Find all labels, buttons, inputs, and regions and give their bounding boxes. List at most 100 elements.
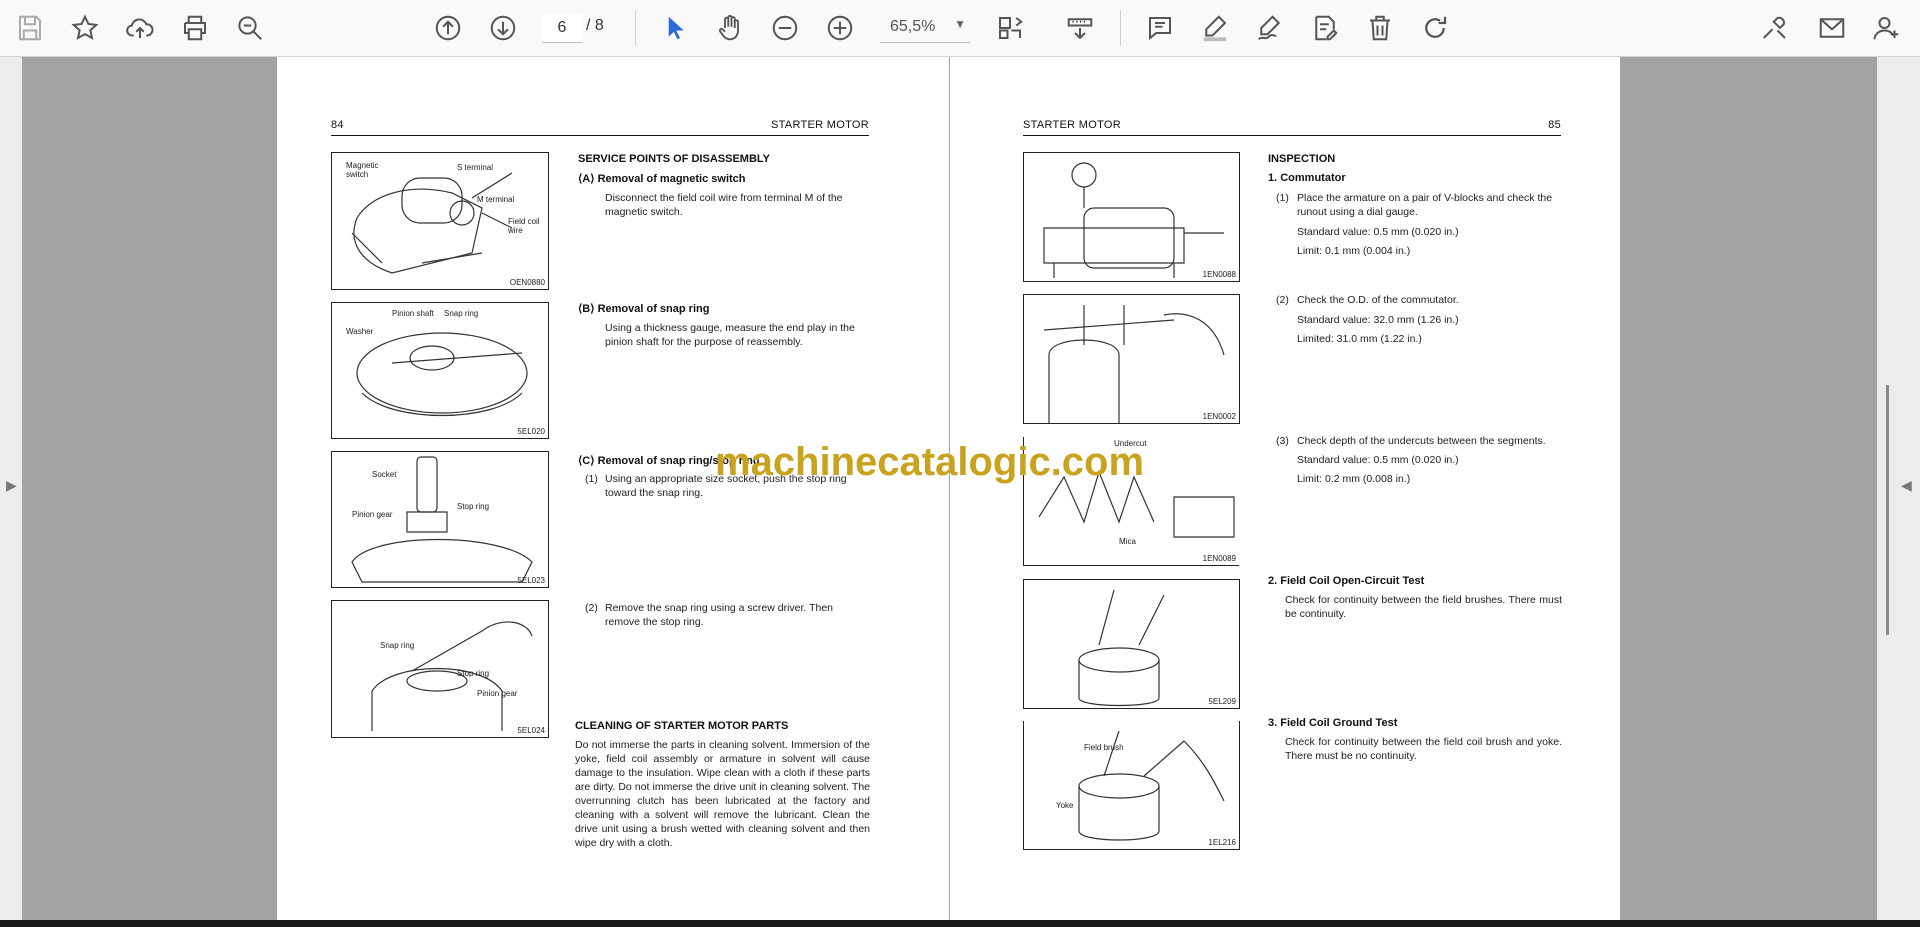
figure-label: Field brush (1084, 743, 1124, 752)
figure-label: S terminal (457, 163, 494, 172)
figure-label: Socket (372, 470, 397, 479)
step-number: (1) (585, 473, 598, 485)
body-text: Place the armature on a pair of V-blocks… (1297, 192, 1553, 218)
page-header-title: STARTER MOTOR (770, 119, 869, 131)
body-text: Remove the snap ring using a screw drive… (605, 602, 834, 628)
figure-label: Pinion shaft (392, 309, 434, 318)
header-rule (331, 135, 869, 136)
subsection-title: 3. Field Coil Ground Test (1268, 717, 1398, 729)
figure-label: Yoke (1056, 801, 1074, 810)
email-icon[interactable] (1812, 8, 1852, 48)
save-icon[interactable] (10, 8, 50, 48)
step-number: (3) (1276, 435, 1289, 447)
document-page-left: 84 STARTER MOTOR Magnetic switch S termi… (277, 57, 949, 920)
comment-icon[interactable] (1140, 8, 1180, 48)
limit-value: Limit: 0.1 mm (0.004 in.) (1297, 245, 1411, 257)
figure-magnetic-switch: Magnetic switch S terminal M terminal Fi… (331, 152, 549, 290)
page-down-icon[interactable] (483, 8, 523, 48)
scrollbar[interactable] (1886, 385, 1889, 635)
figure-label: M terminal (477, 195, 515, 204)
figure-label: Stop ring (457, 502, 490, 511)
highlight-pen-icon[interactable] (1195, 8, 1235, 48)
zoom-out-icon[interactable] (765, 8, 805, 48)
page-header-title: STARTER MOTOR (1023, 119, 1122, 131)
body-text: Using a thickness gauge, measure the end… (605, 322, 855, 348)
hand-pan-icon[interactable] (710, 8, 750, 48)
stamp-icon[interactable] (1060, 8, 1100, 48)
zoom-value: 65,5% (890, 18, 936, 35)
figure-code: OEN0880 (509, 278, 545, 287)
subsection-title: 1. Commutator (1268, 172, 1346, 184)
standard-value: Standard value: 0.5 mm (0.020 in.) (1297, 226, 1459, 238)
left-panel-toggle[interactable]: ▶ (0, 57, 22, 920)
zoom-in-icon[interactable] (820, 8, 860, 48)
chevron-right-icon: ▶ (6, 477, 17, 493)
figure-open-circuit: 5EL209 (1023, 579, 1240, 709)
figure-label: Pinion gear (477, 689, 518, 698)
section-title: INSPECTION (1268, 153, 1336, 165)
print-icon[interactable] (175, 8, 215, 48)
step-number: (2) (585, 602, 598, 614)
watermark-text: machinecatalogic.com (715, 440, 1145, 484)
subsection-title: 2. Field Coil Open-Circuit Test (1268, 575, 1425, 587)
figure-dial-gauge: 1EN0088 (1023, 152, 1240, 282)
fit-page-icon[interactable] (990, 8, 1030, 48)
sign-pen-icon[interactable] (1250, 8, 1290, 48)
figure-code: 5EL024 (517, 726, 545, 735)
figure-label: Pinion gear (352, 510, 393, 519)
toolbar: / 8 65,5% ▼ (0, 0, 1920, 57)
select-cursor-icon[interactable] (655, 8, 695, 48)
body-text: Disconnect the field coil wire from term… (605, 192, 843, 218)
standard-value: Standard value: 0.5 mm (0.020 in.) (1297, 454, 1459, 466)
taskbar-edge (0, 920, 1920, 927)
figure-code: 1EN0089 (1202, 554, 1236, 563)
bookmark-star-icon[interactable] (65, 8, 105, 48)
zoom-select[interactable]: 65,5% ▼ (880, 14, 970, 43)
page-number: 85 (1548, 119, 1561, 131)
edit-note-icon[interactable] (1305, 8, 1345, 48)
document-page-right: STARTER MOTOR 85 1EN0088 1EN0002 Undercu… (950, 57, 1620, 920)
standard-value: Standard value: 32.0 mm (1.26 in.) (1297, 314, 1459, 326)
figure-code: 1EL216 (1208, 838, 1236, 847)
figure-label: Snap ring (444, 309, 479, 318)
header-rule (1023, 135, 1561, 136)
figure-label: Stop ring (457, 669, 490, 678)
section-title: CLEANING OF STARTER MOTOR PARTS (575, 720, 789, 732)
body-text: Check the O.D. of the commutator. (1297, 294, 1459, 306)
section-title: SERVICE POINTS OF DISASSEMBLY (578, 153, 770, 165)
upload-icon[interactable] (120, 8, 160, 48)
figure-label: Snap ring (380, 641, 415, 650)
figure-label: Field coil wire (508, 217, 540, 235)
zoom-search-icon[interactable] (230, 8, 270, 48)
figure-stop-ring: Socket Stop ring Pinion gear 5EL023 (331, 451, 549, 588)
step-number: (1) (1276, 192, 1289, 204)
figure-label: Mica (1119, 537, 1136, 546)
limit-value: Limit: 0.2 mm (0.008 in.) (1297, 473, 1411, 485)
figure-ground-test: Field brush Yoke 1EL216 (1023, 721, 1240, 850)
page-up-icon[interactable] (428, 8, 468, 48)
right-panel-toggle[interactable]: ◀ (1877, 57, 1920, 920)
figure-snap-ring-removal: Snap ring Stop ring Pinion gear 5EL024 (331, 600, 549, 738)
figure-code: 5EL023 (517, 576, 545, 585)
figure-label: Magnetic switch (346, 161, 379, 179)
figure-code: 5EL209 (1208, 697, 1236, 706)
body-text: Check for continuity between the field c… (1285, 736, 1562, 762)
tools-icon[interactable] (1755, 8, 1795, 48)
chevron-left-icon: ◀ (1901, 477, 1912, 493)
add-user-icon[interactable] (1867, 8, 1907, 48)
limit-value: Limited: 31.0 mm (1.22 in.) (1297, 333, 1422, 345)
subsection-title: ⟨A⟩ Removal of magnetic switch (578, 173, 746, 185)
redo-icon[interactable] (1415, 8, 1455, 48)
page-number: 84 (331, 119, 344, 131)
body-text: Do not immerse the parts in cleaning sol… (575, 739, 870, 849)
figure-caliper: 1EN0002 (1023, 294, 1240, 424)
delete-icon[interactable] (1360, 8, 1400, 48)
subsection-title: ⟨B⟩ Removal of snap ring (578, 303, 710, 315)
chevron-down-icon: ▼ (954, 17, 966, 31)
figure-code: 1EN0002 (1202, 412, 1236, 421)
figure-snap-ring: Pinion shaft Snap ring Washer 5EL020 (331, 302, 549, 439)
figure-code: 1EN0088 (1202, 270, 1236, 279)
body-text: Check for continuity between the field b… (1285, 594, 1562, 620)
figure-label: Washer (346, 327, 374, 336)
page-number-input[interactable] (542, 14, 582, 43)
